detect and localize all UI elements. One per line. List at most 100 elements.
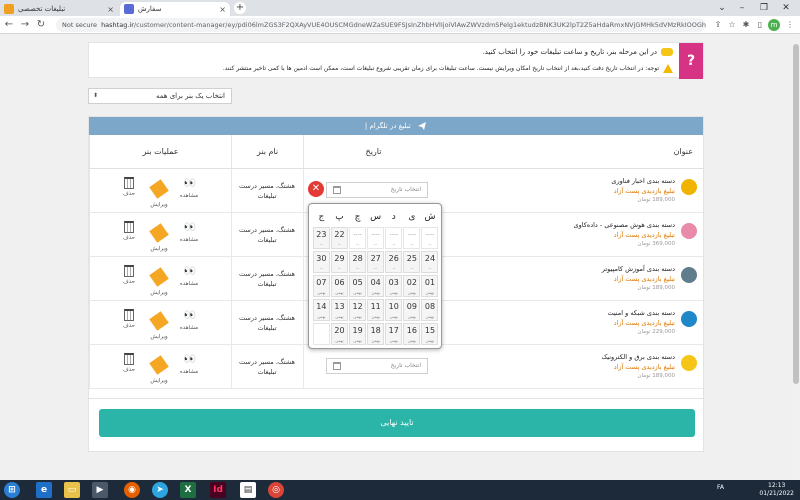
day-month: -- bbox=[392, 266, 396, 271]
select-arrow-icon: ⬍ bbox=[93, 92, 99, 99]
date-input[interactable]: انتخاب تاریخ bbox=[326, 182, 428, 198]
start-icon[interactable]: ⊞ bbox=[4, 482, 20, 498]
scrollbar-thumb[interactable] bbox=[793, 44, 799, 384]
clear-date-button[interactable]: ✕ bbox=[308, 181, 324, 197]
pencil-icon bbox=[149, 179, 169, 199]
not-secure-label[interactable]: Not secure bbox=[62, 21, 97, 29]
day-month: بهمن bbox=[353, 314, 362, 319]
close-icon[interactable]: × bbox=[219, 5, 226, 14]
banner-select-all[interactable]: انتخاب یک بنر برای همه ⬍ bbox=[88, 88, 232, 104]
delete-button[interactable]: حذف bbox=[118, 177, 140, 197]
view-button[interactable]: 👀 مشاهده bbox=[178, 177, 200, 199]
day-number: 04 bbox=[370, 278, 381, 287]
delete-button[interactable]: حذف bbox=[118, 309, 140, 329]
media-icon[interactable]: ▶ bbox=[92, 482, 108, 498]
category-icon bbox=[681, 355, 697, 371]
calendar-day[interactable]: 25 -- bbox=[403, 251, 421, 273]
delete-button[interactable]: حذف bbox=[118, 265, 140, 285]
minimize-icon[interactable]: – bbox=[732, 0, 752, 16]
tab-search-icon[interactable]: ⌄ bbox=[712, 0, 732, 16]
calendar-day[interactable]: 16 بهمن bbox=[403, 323, 421, 345]
calendar-day[interactable]: 24 -- bbox=[421, 251, 439, 273]
explorer-icon[interactable]: ▭ bbox=[64, 482, 80, 498]
firefox-icon[interactable]: ◉ bbox=[124, 482, 140, 498]
calendar-day[interactable]: 09 بهمن bbox=[403, 299, 421, 321]
new-tab-button[interactable]: + bbox=[234, 2, 246, 14]
edit-button[interactable]: ویرایش bbox=[148, 177, 170, 208]
view-button[interactable]: 👀 مشاهده bbox=[178, 353, 200, 375]
calendar-day[interactable]: 30 -- bbox=[312, 251, 330, 273]
notepad-icon[interactable]: ▤ bbox=[240, 482, 256, 498]
day-month: -- bbox=[428, 242, 432, 247]
pointing-hand-icon bbox=[661, 48, 673, 56]
edit-button[interactable]: ویرایش bbox=[148, 221, 170, 252]
profile-avatar[interactable]: m bbox=[768, 19, 780, 31]
close-window-icon[interactable]: ✕ bbox=[776, 0, 796, 16]
view-button[interactable]: 👀 مشاهده bbox=[178, 221, 200, 243]
view-button[interactable]: 👀 مشاهده bbox=[178, 309, 200, 331]
close-icon[interactable]: × bbox=[107, 5, 114, 14]
telegram-app-icon[interactable]: ➤ bbox=[152, 482, 168, 498]
menu-icon[interactable]: ⋮ bbox=[784, 19, 796, 31]
calendar-day[interactable]: 02 بهمن bbox=[403, 275, 421, 297]
calendar-day[interactable]: 12 بهمن bbox=[349, 299, 367, 321]
calendar-day[interactable]: 18 بهمن bbox=[367, 323, 385, 345]
view-button[interactable]: 👀 مشاهده bbox=[178, 265, 200, 287]
calendar-day[interactable]: 06 بهمن bbox=[330, 275, 348, 297]
calendar-day[interactable]: 07 بهمن bbox=[312, 275, 330, 297]
forward-icon[interactable]: → bbox=[18, 18, 32, 32]
browser-tab-order[interactable]: سفارش × bbox=[120, 2, 230, 16]
edit-label: ویرایش bbox=[150, 202, 168, 208]
indesign-icon[interactable]: Id bbox=[210, 482, 226, 498]
url-input[interactable]: Not secure hashtag.ir/customer/content-ma… bbox=[56, 18, 706, 32]
final-confirm-button[interactable]: تایید نهایی bbox=[99, 409, 695, 437]
calendar-day[interactable]: 13 بهمن bbox=[330, 299, 348, 321]
chrome-icon[interactable]: ◎ bbox=[268, 482, 284, 498]
calendar-day[interactable]: 05 بهمن bbox=[349, 275, 367, 297]
trash-icon bbox=[124, 353, 134, 365]
calendar-day[interactable]: 03 بهمن bbox=[385, 275, 403, 297]
column-date: تاریخ bbox=[303, 135, 443, 169]
share-icon[interactable]: ⇪ bbox=[712, 19, 724, 31]
calendar-day[interactable]: 10 بهمن bbox=[385, 299, 403, 321]
calendar-day[interactable]: 15 بهمن bbox=[421, 323, 439, 345]
day-number: 03 bbox=[388, 278, 399, 287]
reload-icon[interactable]: ↻ bbox=[34, 18, 48, 32]
edit-button[interactable]: ویرایش bbox=[148, 353, 170, 384]
calendar-day[interactable]: 17 بهمن bbox=[385, 323, 403, 345]
calendar-day[interactable]: 11 بهمن bbox=[367, 299, 385, 321]
calendar-day-empty: ---- -- bbox=[403, 227, 421, 249]
calendar-day[interactable]: 04 بهمن bbox=[367, 275, 385, 297]
day-month: بهمن bbox=[335, 314, 344, 319]
day-month: بهمن bbox=[317, 290, 326, 295]
back-icon[interactable]: ← bbox=[2, 18, 16, 32]
calendar-day-empty: ---- -- bbox=[367, 227, 385, 249]
calendar-day[interactable]: 26 -- bbox=[385, 251, 403, 273]
maximize-icon[interactable]: ❐ bbox=[754, 0, 774, 16]
calendar-day[interactable]: 22 -- bbox=[330, 227, 348, 249]
calendar-day[interactable]: 27 -- bbox=[367, 251, 385, 273]
ops-cell: 👀 مشاهده ویرایش حذف bbox=[89, 213, 231, 257]
calendar-day[interactable]: 01 بهمن bbox=[421, 275, 439, 297]
date-input[interactable]: انتخاب تاریخ bbox=[326, 358, 428, 374]
calendar-day[interactable]: 20 بهمن bbox=[330, 323, 348, 345]
calendar-day[interactable]: 19 بهمن bbox=[349, 323, 367, 345]
page-scrollbar[interactable] bbox=[792, 34, 800, 480]
calendar-day[interactable]: 29 -- bbox=[330, 251, 348, 273]
calendar-day[interactable]: 08 بهمن bbox=[421, 299, 439, 321]
ie-icon[interactable]: e bbox=[36, 482, 52, 498]
calendar-day[interactable]: 14 بهمن bbox=[312, 299, 330, 321]
excel-icon[interactable]: X bbox=[180, 482, 196, 498]
extensions-icon[interactable]: ✱ bbox=[740, 19, 752, 31]
edit-button[interactable]: ویرایش bbox=[148, 309, 170, 340]
bookmark-star-icon[interactable]: ☆ bbox=[726, 19, 738, 31]
delete-button[interactable]: حذف bbox=[118, 221, 140, 241]
system-clock[interactable]: FA 12:13 01/21/2022 bbox=[717, 482, 794, 498]
calendar-day[interactable]: 23 -- bbox=[312, 227, 330, 249]
browser-tab-ads[interactable]: تبلیغات تخصصی × bbox=[0, 2, 118, 16]
sidepanel-icon[interactable]: ▯ bbox=[754, 19, 766, 31]
delete-button[interactable]: حذف bbox=[118, 353, 140, 373]
edit-label: ویرایش bbox=[150, 334, 168, 340]
calendar-day[interactable]: 28 -- bbox=[349, 251, 367, 273]
edit-button[interactable]: ویرایش bbox=[148, 265, 170, 296]
